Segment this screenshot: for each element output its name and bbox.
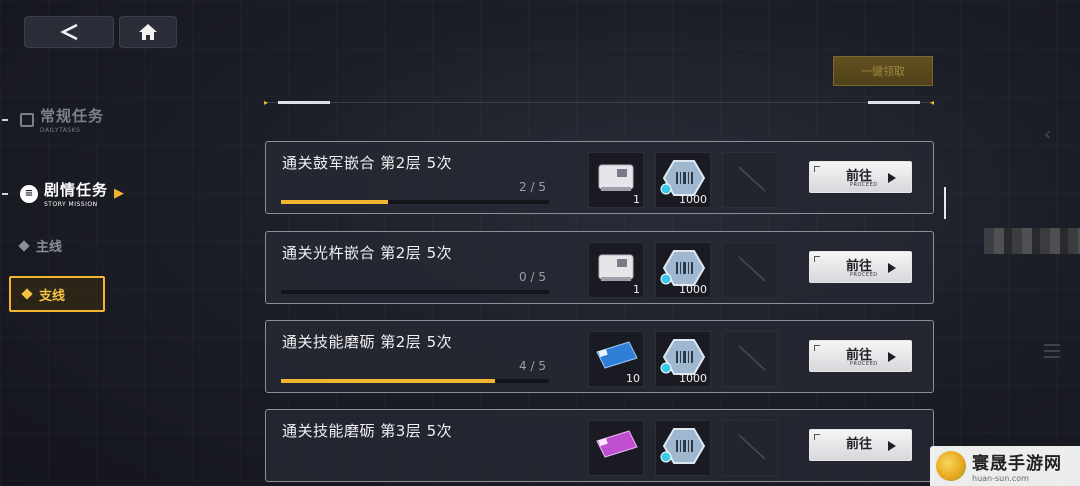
task-row: 通关鼓军嵌合 第2层 5次 2 / 5 1 1000 前往 PROCEED xyxy=(265,141,934,214)
task-progress-bar xyxy=(281,200,549,204)
back-button[interactable] xyxy=(24,16,114,48)
watermark-url: huan-sun.com xyxy=(972,474,1029,483)
proceed-label: 前往 xyxy=(846,437,873,452)
subtab-side-story[interactable]: 支线 xyxy=(9,276,105,312)
tab-sublabel: STORY MISSION xyxy=(44,201,98,208)
proceed-sublabel: PROCEED xyxy=(850,361,878,367)
task-title: 通关技能磨砺 第3层 5次 xyxy=(282,422,453,440)
reward-slot[interactable] xyxy=(722,420,778,476)
tab-marker xyxy=(2,192,8,195)
circle-list-icon: ≡ xyxy=(20,184,38,203)
reward-slot[interactable] xyxy=(722,331,778,387)
tab-daily-tasks[interactable]: 常规任务 DAILYTASKS xyxy=(0,105,104,134)
menu-icon[interactable] xyxy=(1044,344,1060,362)
corner-bracket xyxy=(814,345,820,351)
task-progress-bar xyxy=(281,379,549,383)
play-arrow-icon xyxy=(888,263,896,273)
task-title: 通关光杵嵌合 第2层 5次 xyxy=(282,244,453,262)
proceed-sublabel: PROCEED xyxy=(850,272,878,278)
reward-quantity: 1000 xyxy=(679,283,707,296)
reward-quantity: 1 xyxy=(633,193,640,206)
reward-quantity: 1000 xyxy=(679,193,707,206)
task-progress-count: 2 / 5 xyxy=(519,180,546,194)
play-arrow-icon xyxy=(888,352,896,362)
watermark-title: 寰晟手游网 xyxy=(972,454,1062,474)
task-row: 通关技能磨砺 第3层 5次 前往 xyxy=(265,409,934,482)
tab-marker xyxy=(2,118,8,121)
diamond-icon xyxy=(21,288,33,300)
proceed-button[interactable]: 前往 xyxy=(809,429,912,461)
scrollbar-thumb[interactable] xyxy=(944,187,946,219)
tab-label: 剧情任务 xyxy=(44,181,109,199)
task-progress-fill xyxy=(281,200,389,204)
corner-bracket xyxy=(814,434,820,440)
home-button[interactable] xyxy=(119,16,177,48)
reward-slot[interactable]: 1 xyxy=(588,242,644,298)
task-title: 通关技能磨砺 第2层 5次 xyxy=(282,333,453,351)
home-icon xyxy=(139,24,157,40)
reward-slot[interactable] xyxy=(588,420,644,476)
subtab-label: 主线 xyxy=(36,240,63,255)
subtab-label: 支线 xyxy=(39,288,66,304)
proceed-button[interactable]: 前往 PROCEED xyxy=(809,340,912,372)
watermark: 寰晟手游网 huan-sun.com xyxy=(930,446,1080,486)
corner-bracket xyxy=(814,166,820,172)
diamond-icon xyxy=(18,239,30,252)
watermark-logo xyxy=(936,451,966,481)
chevron-left-icon[interactable]: ‹ xyxy=(1044,124,1051,145)
task-progress-bar xyxy=(281,290,549,294)
reward-slot[interactable]: 1000 xyxy=(655,331,711,387)
task-progress-fill xyxy=(281,379,496,383)
task-title: 通关鼓军嵌合 第2层 5次 xyxy=(282,154,453,172)
reward-slot[interactable]: 10 xyxy=(588,331,644,387)
reward-slot[interactable] xyxy=(722,152,778,208)
claim-all-button[interactable]: 一键领取 xyxy=(833,56,933,86)
reward-slot[interactable] xyxy=(655,420,711,476)
rail-marker-icon: ◂ xyxy=(929,98,934,107)
task-row: 通关技能磨砺 第2层 5次 4 / 5 10 1000 前往 PROCEED xyxy=(265,320,934,393)
back-arrow-icon xyxy=(60,23,78,41)
task-progress-count: 4 / 5 xyxy=(519,359,546,373)
tab-story-mission[interactable]: ≡ 剧情任务 STORY MISSION ▶ xyxy=(0,179,124,208)
reward-quantity: 1000 xyxy=(679,372,707,385)
reward-quantity: 10 xyxy=(626,372,640,385)
task-row: 通关光杵嵌合 第2层 5次 0 / 5 1 1000 前往 PROCEED xyxy=(265,231,934,304)
list-header-rail: ▸ ◂ xyxy=(252,98,946,107)
blurred-overlay xyxy=(984,228,1080,254)
play-arrow-icon xyxy=(888,173,896,183)
proceed-sublabel: PROCEED xyxy=(850,182,878,188)
corner-bracket xyxy=(814,256,820,262)
reward-slot[interactable]: 1000 xyxy=(655,242,711,298)
proceed-button[interactable]: 前往 PROCEED xyxy=(809,251,912,283)
task-progress-count: 0 / 5 xyxy=(519,270,546,284)
tab-label: 常规任务 xyxy=(40,107,105,125)
tab-sublabel: DAILYTASKS xyxy=(40,127,81,134)
subtab-main-story[interactable]: 主线 xyxy=(18,236,63,255)
reward-slot[interactable] xyxy=(722,242,778,298)
proceed-button[interactable]: 前往 PROCEED xyxy=(809,161,912,193)
play-arrow-icon: ▶ xyxy=(114,186,125,201)
rail-marker-icon: ▸ xyxy=(264,98,269,107)
reward-quantity: 1 xyxy=(633,283,640,296)
list-icon xyxy=(20,112,34,127)
play-arrow-icon xyxy=(888,441,896,451)
reward-slot[interactable]: 1000 xyxy=(655,152,711,208)
reward-slot[interactable]: 1 xyxy=(588,152,644,208)
